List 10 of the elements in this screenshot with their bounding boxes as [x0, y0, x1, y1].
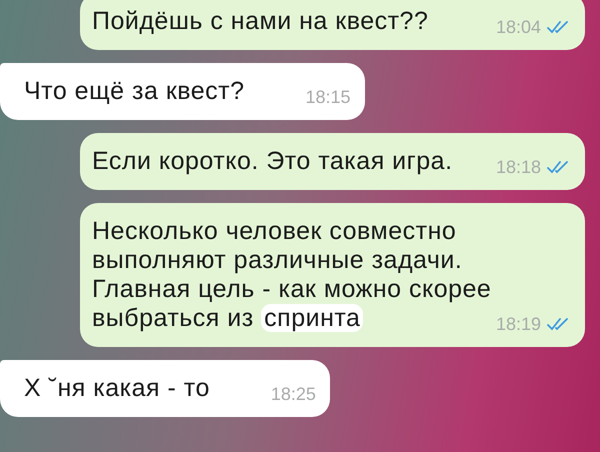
message-text: Несколько человек совместно выполняют различные задачи. Главная цель - как можно скорее выбраться из спринта [92, 217, 492, 333]
message-text: Х ˘ня какая - то [24, 374, 210, 403]
message-text: Пойдёшь с нами на квест?? [92, 7, 428, 36]
message-time: 18:04 [496, 16, 541, 38]
message-text: Если коротко. Это такая игра. [92, 147, 453, 176]
message-time: 18:18 [496, 156, 541, 178]
message-text: Что ещё за квест? [24, 77, 245, 106]
message-time: 18:15 [305, 86, 351, 108]
message-time: 18:19 [496, 313, 541, 335]
message-time: 18:25 [270, 383, 316, 405]
